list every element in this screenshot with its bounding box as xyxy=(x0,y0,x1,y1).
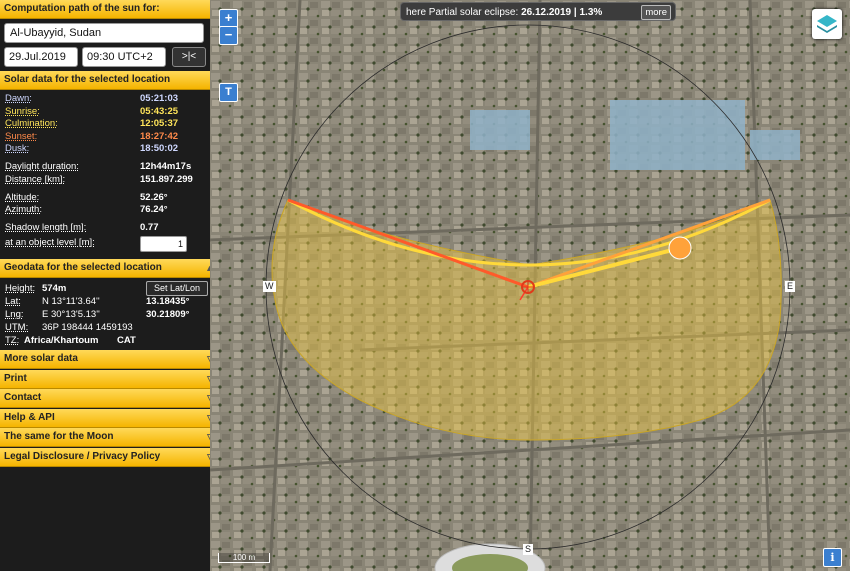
section-more-solar-data[interactable]: More solar data▽ xyxy=(0,350,218,369)
tz-abbr: CAT xyxy=(117,335,136,346)
azimuth-label: Azimuth: xyxy=(5,204,42,215)
distance-value: 151.897.299 xyxy=(140,174,193,185)
sunset-label: Sunset: xyxy=(5,131,38,142)
culmination-label: Culmination: xyxy=(5,118,58,129)
map-svg xyxy=(210,0,850,571)
lng-decimal: 30.21809° xyxy=(146,309,190,320)
compass-east: E xyxy=(785,281,796,292)
section-label: Legal Disclosure / Privacy Policy xyxy=(4,450,161,462)
dawn-label: Dawn: xyxy=(5,93,32,104)
section-help-api[interactable]: Help & API▽ xyxy=(0,408,218,428)
lng-label: Lng: xyxy=(5,309,24,320)
lng-dms: E 30°13'5.13'' xyxy=(42,309,100,320)
panel-title: Computation path of the sun for: xyxy=(0,0,218,19)
utm-row: UTM: 36P 198444 1459193 xyxy=(5,322,205,335)
geodata-title: Geodata for the selected location xyxy=(4,262,162,273)
map-view[interactable]: + − T here Partial solar eclipse: 26.12.… xyxy=(210,0,850,571)
lat-decimal: 13.18435° xyxy=(146,296,190,307)
eclipse-date: 26.12.2019 xyxy=(521,7,572,18)
culmination-value: 12:05:37 xyxy=(140,118,179,129)
object-level-input[interactable]: 1 xyxy=(140,236,187,252)
daylight-duration-value: 12h44m17s xyxy=(140,161,192,172)
lat-label: Lat: xyxy=(5,296,21,307)
lat-row: Lat: N 13°11'3.64'' 13.18435° xyxy=(5,296,205,309)
geodata-header[interactable]: Geodata for the selected location ▲ xyxy=(0,259,218,278)
zoom-out-button[interactable]: − xyxy=(219,26,238,45)
time-input[interactable]: 09:30 UTC+2 xyxy=(82,47,166,67)
layers-icon xyxy=(817,15,837,33)
sunrise-label: Sunrise: xyxy=(5,106,40,117)
distance-label: Distance [km]: xyxy=(5,174,66,185)
utm-label: UTM: xyxy=(5,322,29,333)
dusk-value: 18:50:02 xyxy=(140,143,179,154)
lat-dms: N 13°11'3.64'' xyxy=(42,296,100,307)
object-level-label: at an object level [m]: xyxy=(5,237,95,248)
section-label: Help & API xyxy=(4,411,55,423)
text-toggle-button[interactable]: T xyxy=(219,83,238,102)
eclipse-banner: here Partial solar eclipse: 26.12.2019 |… xyxy=(400,2,676,21)
info-button[interactable]: i xyxy=(823,548,842,567)
solar-data-header[interactable]: Solar data for the selected location xyxy=(0,71,218,90)
eclipse-percent: | 1.3% xyxy=(571,7,603,18)
daylight-duration-row: Daylight duration: 12h44m17s xyxy=(5,161,205,174)
eclipse-more-button[interactable]: more xyxy=(641,5,671,20)
location-input[interactable]: Al-Ubayyid, Sudan xyxy=(4,23,204,43)
section-label: Contact xyxy=(4,392,42,403)
scale-bar: 100 m xyxy=(218,553,270,563)
sidebar: Computation path of the sun for: Al-Ubay… xyxy=(0,0,218,571)
section-the-same-for-the-moon[interactable]: The same for the Moon▽ xyxy=(0,428,218,447)
azimuth-row: Azimuth: 76.24° xyxy=(5,204,205,217)
azimuth-value: 76.24° xyxy=(140,204,168,215)
section-contact[interactable]: Contact▽ xyxy=(0,389,218,408)
set-latlon-button[interactable]: Set Lat/Lon xyxy=(146,281,208,296)
section-legal-disclosure-privacy-policy[interactable]: Legal Disclosure / Privacy Policy▽ xyxy=(0,447,218,467)
sun-icon[interactable] xyxy=(668,236,692,260)
sunset-value: 18:27:42 xyxy=(140,131,179,142)
reset-now-button[interactable]: >|< xyxy=(172,47,206,67)
compass-south: S xyxy=(523,544,534,555)
tz-row: TZ: Africa/Khartoum CAT xyxy=(5,335,205,348)
tz-value: Africa/Khartoum xyxy=(24,335,99,346)
shadow-length-value: 0.77 xyxy=(140,222,159,233)
dusk-label: Dusk: xyxy=(5,143,30,154)
layers-button[interactable] xyxy=(812,9,842,39)
dawn-value: 05:21:03 xyxy=(140,93,179,104)
shadow-length-label: Shadow length [m]: xyxy=(5,222,87,233)
date-input[interactable]: 29.Jul.2019 xyxy=(4,47,78,67)
culmination-row: Culmination: 12:05:37 xyxy=(5,118,205,131)
utm-value: 36P 198444 1459193 xyxy=(42,322,133,333)
lng-row: Lng: E 30°13'5.13'' 30.21809° xyxy=(5,309,205,322)
height-value: 574m xyxy=(42,283,67,294)
sunrise-value: 05:43:25 xyxy=(140,106,179,117)
section-print[interactable]: Print▽ xyxy=(0,369,218,389)
section-label: More solar data xyxy=(4,353,78,364)
dawn-row: Dawn: 05:21:03 xyxy=(5,93,205,106)
altitude-label: Altitude: xyxy=(5,192,40,203)
compass-west: W xyxy=(263,281,276,292)
section-label: Print xyxy=(4,372,27,384)
altitude-value: 52.26° xyxy=(140,192,168,203)
height-label: Height: xyxy=(5,283,36,294)
eclipse-text: here Partial solar eclipse: xyxy=(406,7,522,18)
distance-row: Distance [km]: 151.897.299 xyxy=(5,174,205,187)
dusk-row: Dusk: 18:50:02 xyxy=(5,143,205,156)
section-label: The same for the Moon xyxy=(4,431,114,442)
tz-label: TZ: xyxy=(5,335,20,346)
daylight-duration-label: Daylight duration: xyxy=(5,161,79,172)
shadow-length-row: Shadow length [m]: 0.77 xyxy=(5,222,205,235)
